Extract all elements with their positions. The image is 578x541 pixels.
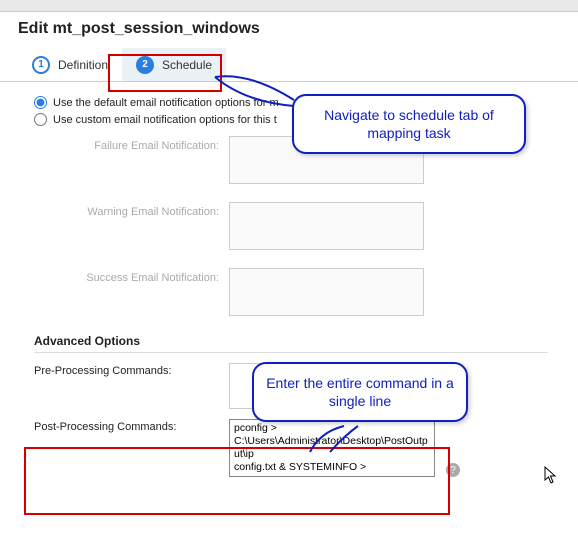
pre-processing-label: Pre-Processing Commands: [34, 363, 229, 377]
window-topstrip [0, 0, 578, 12]
tab-definition-num: 1 [32, 56, 50, 74]
radio-custom-email-input[interactable] [34, 113, 47, 126]
tab-definition[interactable]: 1 Definition [18, 48, 122, 81]
success-email-input [229, 268, 424, 316]
advanced-options-heading: Advanced Options [34, 334, 578, 348]
wizard-tabs: 1 Definition 2 Schedule [0, 48, 578, 82]
page-title: Edit mt_post_session_windows [0, 12, 578, 48]
warning-email-label: Warning Email Notification: [34, 202, 229, 218]
post-processing-label: Post-Processing Commands: [34, 419, 229, 433]
warning-email-input [229, 202, 424, 250]
tab-schedule-num: 2 [136, 56, 154, 74]
tab-definition-label: Definition [58, 58, 108, 72]
radio-default-email-input[interactable] [34, 96, 47, 109]
radio-default-email-label: Use the default email notification optio… [53, 97, 279, 109]
post-processing-row: Post-Processing Commands: ? [34, 419, 578, 477]
tab-schedule-label: Schedule [162, 58, 212, 72]
advanced-separator [34, 352, 548, 353]
help-icon[interactable]: ? [446, 463, 460, 477]
annotation-callout-schedule: Navigate to schedule tab of mapping task [292, 94, 526, 154]
email-notification-group: Failure Email Notification: Warning Emai… [34, 136, 578, 316]
success-email-label: Success Email Notification: [34, 268, 229, 284]
failure-email-label: Failure Email Notification: [34, 136, 229, 152]
tab-schedule[interactable]: 2 Schedule [122, 48, 226, 81]
post-processing-input[interactable] [229, 419, 435, 477]
annotation-callout-command: Enter the entire command in a single lin… [252, 362, 468, 422]
mouse-cursor-icon [544, 466, 558, 489]
radio-custom-email-label: Use custom email notification options fo… [53, 114, 277, 126]
